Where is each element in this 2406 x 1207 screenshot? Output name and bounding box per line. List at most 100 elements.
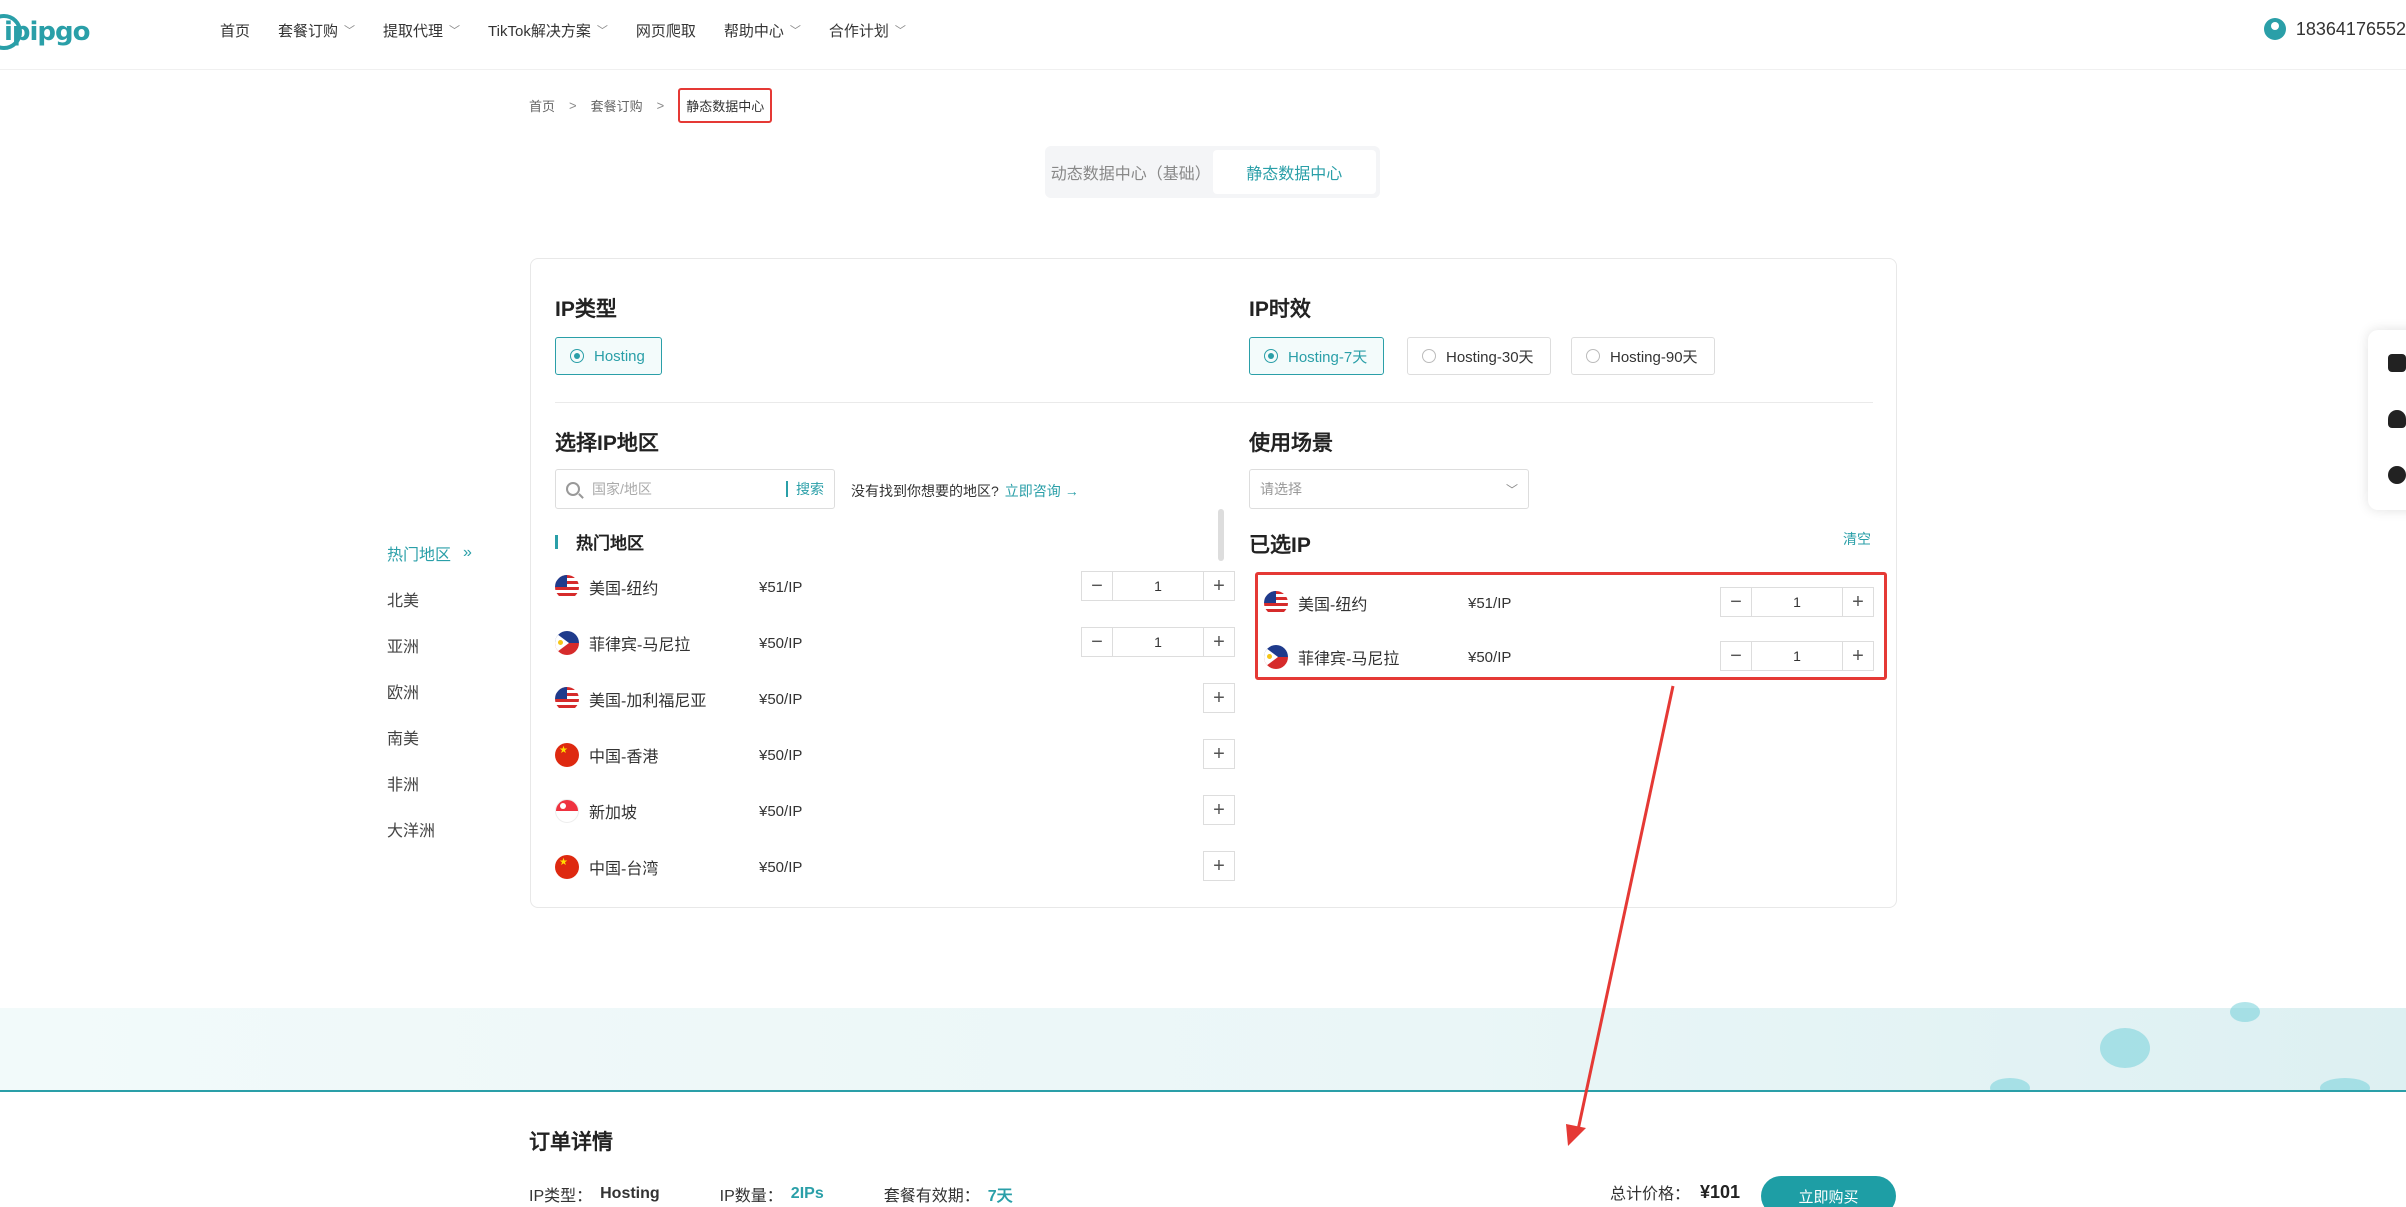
quantity-value[interactable]: 1	[1113, 571, 1203, 601]
region-select-title: 选择IP地区	[555, 432, 659, 455]
quantity-stepper: − 1 +	[1720, 641, 1874, 671]
arrow-right-icon: →	[1064, 483, 1079, 499]
minus-button[interactable]: −	[1081, 571, 1113, 601]
region-name: 美国-加利福尼亚	[589, 693, 707, 710]
radio-icon	[1422, 349, 1436, 363]
region-oceania[interactable]: 大洋洲	[387, 806, 472, 852]
quantity-value[interactable]: 1	[1752, 641, 1842, 671]
region-price: ¥50/IP	[759, 858, 803, 876]
order-summary: IP类型： Hosting IP数量： 2IPs 套餐有效期： 7天	[529, 1182, 1073, 1206]
region-hint: 没有找到你想要的地区? 立即咨询 →	[851, 481, 1079, 501]
region-hot[interactable]: 热门地区»	[387, 530, 472, 576]
double-chevron-right-icon: »	[463, 544, 472, 561]
user-account[interactable]: 18364176552	[2263, 18, 2406, 40]
logo-text: ipipgo	[4, 17, 91, 47]
selected-ip-name: 菲律宾-马尼拉	[1298, 651, 1400, 668]
order-validity-value: 7天	[987, 1188, 1013, 1205]
minus-button[interactable]: −	[1720, 641, 1752, 671]
nav-web-scraping[interactable]: 网页爬取	[636, 20, 696, 41]
minus-button[interactable]: −	[1720, 587, 1752, 617]
chat-icon[interactable]	[2388, 354, 2406, 372]
region-south-america[interactable]: 南美	[387, 714, 472, 760]
tab-dynamic-datacenter[interactable]: 动态数据中心（基础）	[1049, 150, 1213, 194]
plus-button[interactable]: +	[1842, 587, 1874, 617]
buy-now-button[interactable]: 立即购买	[1761, 1176, 1896, 1207]
region-name: 新加坡	[589, 805, 638, 822]
ph-flag-icon	[1264, 645, 1288, 669]
cn-flag-icon	[555, 855, 579, 879]
duration-hosting-30d[interactable]: Hosting-30天	[1407, 337, 1551, 375]
top-header: ipipgo 首页 套餐订购 ﹀ 提取代理 ﹀ TikTok解决方案 ﹀ 网页爬取 帮…	[0, 0, 2406, 70]
user-avatar-icon	[2263, 18, 2286, 40]
chevron-down-icon: ﹀	[789, 25, 801, 37]
us-flag-icon	[555, 575, 579, 599]
selected-ip-title: 已选IP	[1249, 534, 1311, 557]
quantity-value[interactable]: 1	[1752, 587, 1842, 617]
region-price: ¥50/IP	[759, 746, 803, 764]
purchase-card: IP类型 Hosting IP时效 Hosting-7天 Hosting-30天…	[530, 258, 1897, 908]
region-row: 菲律宾-马尼拉 ¥50/IP − 1 +	[555, 623, 1235, 663]
chevron-down-icon: ﹀	[344, 25, 356, 37]
plus-button[interactable]: +	[1203, 571, 1235, 601]
nav-plans[interactable]: 套餐订购 ﹀	[278, 20, 355, 41]
nav-partner[interactable]: 合作计划 ﹀	[829, 20, 906, 41]
plus-button[interactable]: +	[1203, 739, 1235, 769]
duration-hosting-7d[interactable]: Hosting-7天	[1249, 337, 1385, 375]
logo[interactable]: ipipgo	[0, 12, 91, 52]
nav-home[interactable]: 首页	[220, 20, 250, 41]
breadcrumb-home[interactable]: 首页	[529, 96, 555, 115]
selected-ip-price: ¥51/IP	[1468, 594, 1512, 612]
nav-help[interactable]: 帮助中心 ﹀	[724, 20, 801, 41]
search-icon	[566, 482, 580, 496]
ip-type-hosting[interactable]: Hosting	[555, 337, 662, 375]
region-category-list: 热门地区» 北美 亚洲 欧洲 南美 非洲 大洋洲	[387, 530, 472, 852]
region-north-america[interactable]: 北美	[387, 576, 472, 622]
plus-button[interactable]: +	[1203, 627, 1235, 657]
clear-button[interactable]: 清空	[1843, 529, 1871, 549]
us-flag-icon	[1264, 591, 1288, 615]
section-divider	[555, 402, 1873, 403]
plus-button[interactable]: +	[1203, 683, 1235, 713]
ip-duration-title: IP时效	[1249, 298, 1311, 321]
region-list-scrollbar[interactable]	[1218, 509, 1224, 561]
breadcrumb-plans[interactable]: 套餐订购	[591, 96, 643, 115]
nav-tiktok[interactable]: TikTok解决方案 ﹀	[488, 20, 608, 41]
breadcrumb: 首页 > 套餐订购 > 静态数据中心	[529, 88, 773, 123]
order-total: 总计价格： ¥101	[1610, 1180, 1740, 1204]
plus-button[interactable]: +	[1842, 641, 1874, 671]
region-europe[interactable]: 欧洲	[387, 668, 472, 714]
quantity-stepper: +	[1203, 795, 1235, 825]
wechat-icon[interactable]	[2388, 466, 2406, 484]
order-ip-count-value: 2IPs	[790, 1185, 824, 1202]
region-price: ¥50/IP	[759, 802, 803, 820]
region-asia[interactable]: 亚洲	[387, 622, 472, 668]
order-ip-type-label: IP类型：	[529, 1188, 593, 1205]
region-row: 美国-纽约 ¥51/IP − 1 +	[555, 567, 1235, 607]
quantity-value[interactable]: 1	[1113, 627, 1203, 657]
consult-link[interactable]: 立即咨询 →	[1005, 481, 1079, 501]
minus-button[interactable]: −	[1081, 627, 1113, 657]
duration-hosting-90d[interactable]: Hosting-90天	[1571, 337, 1715, 375]
order-ip-count-label: IP数量：	[719, 1188, 783, 1205]
chevron-down-icon: ﹀	[596, 25, 608, 37]
ip-type-title: IP类型	[555, 298, 617, 321]
plus-button[interactable]: +	[1203, 795, 1235, 825]
region-row: 中国-香港 ¥50/IP +	[555, 735, 1235, 775]
cn-flag-icon	[555, 743, 579, 767]
quantity-stepper: − 1 +	[1720, 587, 1874, 617]
region-price: ¥50/IP	[759, 634, 803, 652]
ph-flag-icon	[555, 631, 579, 655]
plus-button[interactable]: +	[1203, 851, 1235, 881]
radio-icon	[1586, 349, 1600, 363]
customer-service-icon[interactable]	[2388, 410, 2406, 428]
region-search-input[interactable]	[592, 481, 786, 497]
usage-select[interactable]: 请选择 ﹀	[1249, 469, 1529, 509]
region-price: ¥50/IP	[759, 690, 803, 708]
tab-static-datacenter[interactable]: 静态数据中心	[1212, 150, 1376, 194]
quantity-stepper: − 1 +	[1081, 627, 1235, 657]
search-button[interactable]: 搜索	[786, 481, 824, 497]
region-africa[interactable]: 非洲	[387, 760, 472, 806]
nav-extract-proxy[interactable]: 提取代理 ﹀	[383, 20, 460, 41]
usage-title: 使用场景	[1249, 432, 1333, 455]
quantity-stepper: +	[1203, 851, 1235, 881]
